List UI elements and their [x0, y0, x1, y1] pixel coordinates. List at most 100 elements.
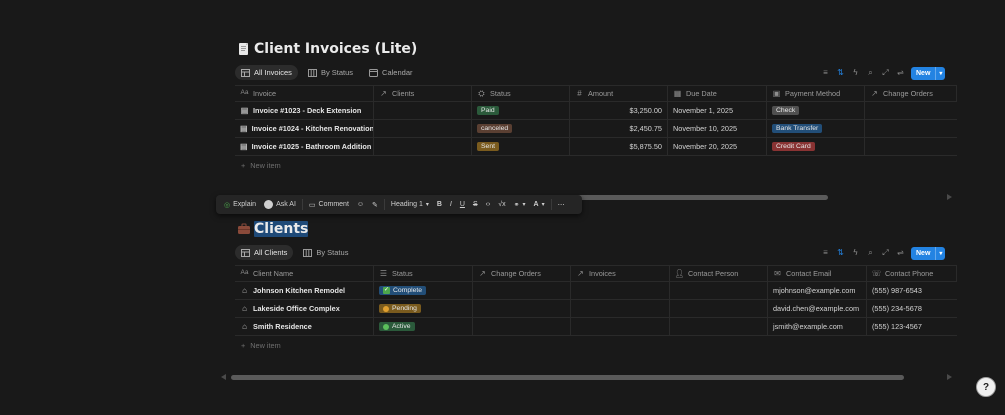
change-orders-cell[interactable]	[865, 138, 957, 155]
help-button[interactable]: ?	[976, 377, 996, 397]
col-contact-email[interactable]: ✉ Contact Email	[768, 266, 867, 281]
contact-email-cell[interactable]: david.chen@example.com	[768, 300, 867, 317]
contact-phone-cell[interactable]: (555) 123-4567	[867, 318, 957, 335]
invoice-cell[interactable]: ▤ Invoice #1025 - Bathroom Addition	[235, 138, 374, 155]
clients-horizontal-scrollbar[interactable]	[231, 375, 904, 380]
tab-by-status[interactable]: By Status	[297, 245, 354, 260]
clients-cell[interactable]	[374, 138, 472, 155]
invoices-cell[interactable]	[571, 300, 670, 317]
invoice-cell[interactable]: ▤ Invoice #1023 - Deck Extension	[235, 102, 374, 119]
chevron-down-icon[interactable]: ▾	[935, 66, 945, 80]
search-icon[interactable]: ⌕	[866, 69, 875, 78]
contact-email-cell[interactable]: mjohnson@example.com	[768, 282, 867, 299]
chevron-down-icon[interactable]: ▾	[935, 246, 945, 260]
amount-cell[interactable]: $3,250.00	[570, 102, 668, 119]
col-due-date[interactable]: ▦ Due Date	[668, 86, 767, 101]
client-name-cell[interactable]: ⌂ Johnson Kitchen Remodel	[235, 282, 374, 299]
sort-icon[interactable]: ⇅	[836, 249, 845, 258]
tab-all-clients[interactable]: All Clients	[235, 245, 294, 260]
invoices-new-button[interactable]: New ▾	[911, 66, 946, 80]
text-color-button[interactable]: A ▾	[530, 195, 549, 214]
change-orders-cell[interactable]	[473, 318, 571, 335]
underline-button[interactable]: U	[456, 195, 469, 214]
new-item-row[interactable]: + New item	[235, 336, 957, 354]
due-date-cell[interactable]: November 20, 2025	[668, 138, 767, 155]
filter-icon[interactable]: ≡	[821, 69, 830, 78]
change-orders-cell[interactable]	[865, 120, 957, 137]
automation-icon[interactable]: ϟ	[851, 69, 860, 78]
clients-new-button[interactable]: New ▾	[911, 246, 946, 260]
col-invoice[interactable]: Aa Invoice	[235, 86, 374, 101]
expand-icon[interactable]: ⤢	[881, 249, 890, 258]
payment-method-cell[interactable]: Check	[767, 102, 865, 119]
table-row[interactable]: ▤ Invoice #1023 - Deck Extension Paid $3,…	[235, 102, 957, 120]
clients-title[interactable]: Clients	[237, 221, 309, 237]
invoice-cell[interactable]: ▤Invoice #1024 - Kitchen Renovation Cha	[235, 120, 374, 137]
due-date-cell[interactable]: November 1, 2025	[668, 102, 767, 119]
settings-icon[interactable]: ⇌	[896, 69, 905, 78]
col-change-orders[interactable]: ↗ Change Orders	[473, 266, 571, 281]
suggest-edit-button[interactable]: ✎	[368, 195, 382, 214]
ask-ai-button[interactable]: Ask AI	[260, 195, 300, 214]
contact-email-cell[interactable]: jsmith@example.com	[768, 318, 867, 335]
payment-method-cell[interactable]: Bank Transfer	[767, 120, 865, 137]
status-cell[interactable]: Sent	[472, 138, 570, 155]
invoices-cell[interactable]	[571, 282, 670, 299]
table-row[interactable]: ⌂ Johnson Kitchen Remodel ✓ Complete mjohn…	[235, 282, 957, 300]
col-contact-person[interactable]: 👤︎ Contact Person	[670, 266, 768, 281]
tab-by-status[interactable]: By Status	[302, 65, 359, 80]
contact-person-cell[interactable]	[670, 318, 768, 335]
code-button[interactable]: ‹›	[482, 195, 495, 214]
status-cell[interactable]: Active	[374, 318, 473, 335]
contact-person-cell[interactable]	[670, 282, 768, 299]
col-clients[interactable]: ↗ Clients	[374, 86, 472, 101]
status-cell[interactable]: Pending	[374, 300, 473, 317]
amount-cell[interactable]: $2,450.75	[570, 120, 668, 137]
client-name-cell[interactable]: ⌂ Lakeside Office Complex	[235, 300, 374, 317]
invoices-cell[interactable]	[571, 318, 670, 335]
col-change-orders[interactable]: ↗ Change Orders	[865, 86, 957, 101]
change-orders-cell[interactable]	[473, 282, 571, 299]
bold-button[interactable]: B	[433, 195, 446, 214]
col-status[interactable]: ⛭ Status	[472, 86, 570, 101]
explain-button[interactable]: ◎ Explain	[220, 195, 260, 214]
link-button[interactable]: ⚭ ▾	[510, 195, 530, 214]
emoji-button[interactable]: ☺	[353, 195, 368, 214]
status-cell[interactable]: Paid	[472, 102, 570, 119]
search-icon[interactable]: ⌕	[866, 249, 875, 258]
more-options-button[interactable]: ⋯	[554, 195, 569, 214]
clients-cell[interactable]	[374, 102, 472, 119]
col-invoices[interactable]: ↗ Invoices	[571, 266, 670, 281]
col-payment-method[interactable]: ▣ Payment Method	[767, 86, 865, 101]
block-type-select[interactable]: Heading 1 ▾	[387, 195, 433, 214]
italic-button[interactable]: I	[446, 195, 456, 214]
amount-cell[interactable]: $5,875.50	[570, 138, 668, 155]
due-date-cell[interactable]: November 10, 2025	[668, 120, 767, 137]
table-row[interactable]: ⌂ Lakeside Office Complex Pending david.c…	[235, 300, 957, 318]
table-row[interactable]: ▤Invoice #1024 - Kitchen Renovation Cha …	[235, 120, 957, 138]
comment-button[interactable]: ▭ Comment	[305, 195, 353, 214]
client-name-cell[interactable]: ⌂ Smith Residence	[235, 318, 374, 335]
contact-phone-cell[interactable]: (555) 234-5678	[867, 300, 957, 317]
tab-all-invoices[interactable]: All Invoices	[235, 65, 298, 80]
tab-calendar[interactable]: Calendar	[363, 65, 418, 80]
math-button[interactable]: √x	[494, 195, 509, 214]
expand-icon[interactable]: ⤢	[881, 69, 890, 78]
table-row[interactable]: ▤ Invoice #1025 - Bathroom Addition Sent …	[235, 138, 957, 156]
scroll-left-arrow-icon[interactable]	[221, 374, 226, 380]
invoices-title[interactable]: Client Invoices (Lite)	[237, 41, 417, 57]
table-row[interactable]: ⌂ Smith Residence Active jsmith@example.c…	[235, 318, 957, 336]
settings-icon[interactable]: ⇌	[896, 249, 905, 258]
payment-method-cell[interactable]: Credit Card	[767, 138, 865, 155]
contact-phone-cell[interactable]: (555) 987-6543	[867, 282, 957, 299]
col-status[interactable]: ☰ Status	[374, 266, 473, 281]
status-cell[interactable]: canceled	[472, 120, 570, 137]
automation-icon[interactable]: ϟ	[851, 249, 860, 258]
scroll-right-arrow-icon[interactable]	[947, 194, 952, 200]
status-cell[interactable]: ✓ Complete	[374, 282, 473, 299]
strikethrough-button[interactable]: S	[469, 195, 482, 214]
sort-icon[interactable]: ⇅	[836, 69, 845, 78]
scroll-right-arrow-icon[interactable]	[947, 374, 952, 380]
contact-person-cell[interactable]	[670, 300, 768, 317]
col-contact-phone[interactable]: ☏ Contact Phone	[867, 266, 957, 281]
